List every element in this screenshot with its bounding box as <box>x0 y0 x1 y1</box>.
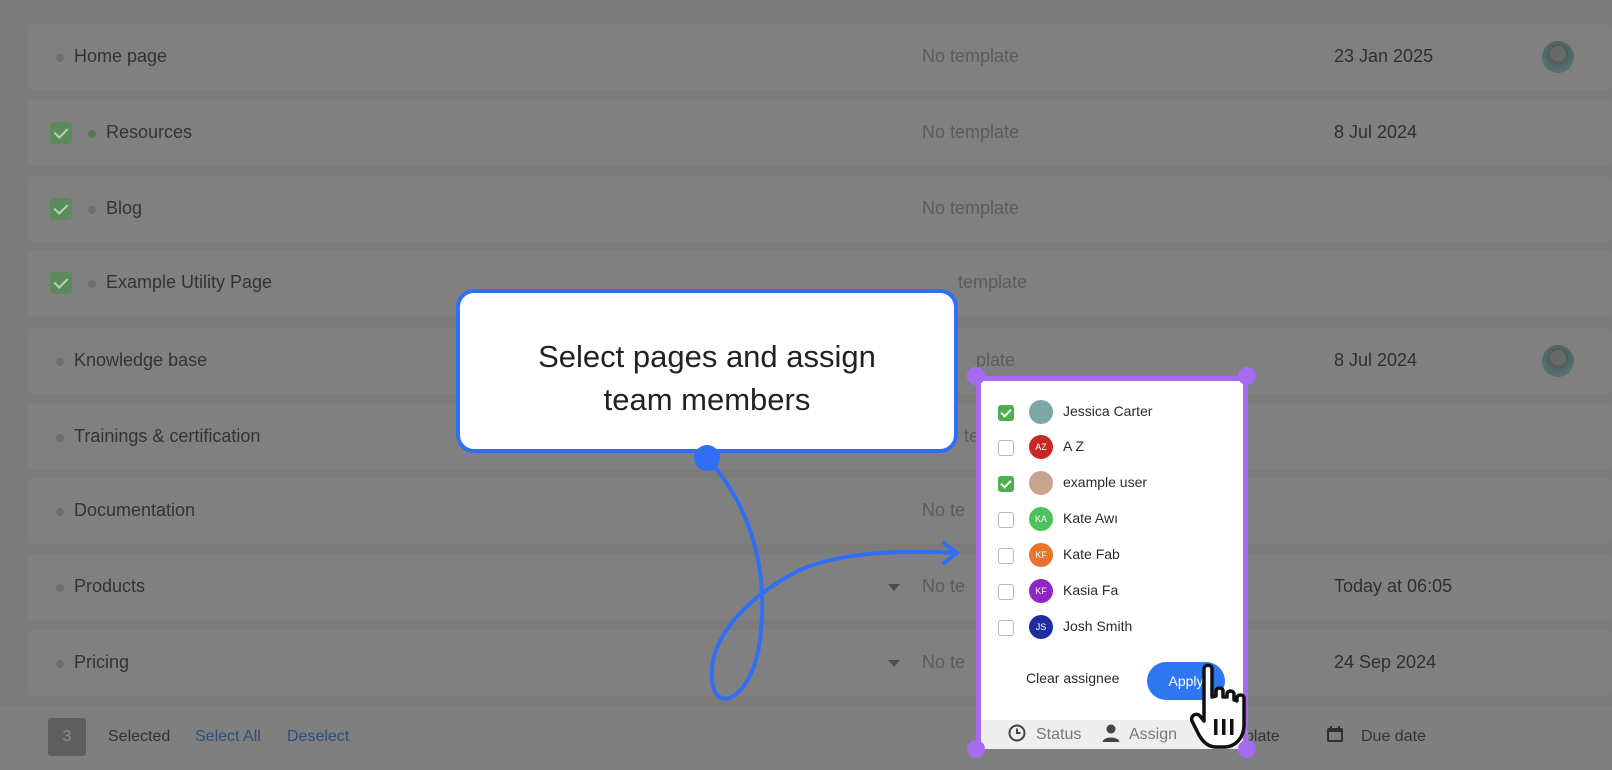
assignee-checkbox[interactable] <box>998 548 1014 564</box>
page-name: Resources <box>106 122 193 142</box>
template-label: No te <box>922 576 966 596</box>
page-name: Knowledge base <box>74 350 208 370</box>
callout-line-2: team members <box>603 382 811 417</box>
avatar <box>1029 471 1053 495</box>
callout-line-1: Select pages and assign <box>538 339 876 374</box>
assignee-option[interactable]: KF Kate Fab <box>993 541 1233 571</box>
due-date: 24 Sep 2024 <box>1334 652 1437 672</box>
status-dot <box>56 584 64 592</box>
status-dot <box>56 660 64 668</box>
table-row[interactable]: Products No te Today at 06:05 <box>28 554 1612 620</box>
assignee-option[interactable]: KF Kasia Fa <box>993 577 1233 607</box>
page-name: Trainings & certification <box>74 426 261 446</box>
assignee-option[interactable]: AZ A Z <box>993 433 1233 463</box>
person-icon <box>1102 724 1120 742</box>
avatar: JS <box>1029 615 1053 639</box>
row-checkbox[interactable] <box>50 272 72 294</box>
status-dot <box>56 508 64 516</box>
due-date: Today at 06:05 <box>1334 576 1453 596</box>
template-label: No template <box>922 46 1020 66</box>
row-checkbox[interactable] <box>50 198 72 220</box>
clock-icon <box>1008 724 1026 742</box>
assignee-avatar <box>1542 41 1574 73</box>
row-checkbox[interactable] <box>50 122 72 144</box>
callout-text: Select pages and assign team members <box>460 335 954 421</box>
due-date: 8 Jul 2024 <box>1334 350 1418 370</box>
avatar: AZ <box>1029 435 1053 459</box>
assignee-name: example user <box>1063 474 1148 490</box>
due-date-action[interactable]: Due date <box>1361 728 1426 746</box>
assignee-checkbox[interactable] <box>998 584 1014 600</box>
assignee-name: Kate Fab <box>1063 546 1120 562</box>
selection-handle <box>967 740 985 758</box>
status-dot <box>88 130 96 138</box>
page-name: Pricing <box>74 652 130 672</box>
pointer-hand-icon <box>1190 663 1246 749</box>
assignee-checkbox[interactable] <box>998 512 1014 528</box>
assignee-name: A Z <box>1063 438 1085 454</box>
status-dot <box>56 54 64 62</box>
selected-label: Selected <box>108 728 171 745</box>
assignee-name: Kasia Fa <box>1063 582 1119 598</box>
calendar-icon <box>1327 726 1343 742</box>
template-label: No te <box>922 652 966 672</box>
assign-action[interactable]: Assign <box>1129 726 1177 744</box>
due-date: 23 Jan 2025 <box>1334 46 1434 66</box>
chevron-down-icon[interactable] <box>888 660 900 667</box>
table-row[interactable]: Pricing No te 24 Sep 2024 <box>28 630 1612 696</box>
status-dot <box>88 280 96 288</box>
page-name: Products <box>74 576 146 596</box>
status-dot <box>88 206 96 214</box>
page-name: Documentation <box>74 500 196 520</box>
template-label: plate <box>976 350 1016 370</box>
assignee-checkbox[interactable] <box>998 476 1014 492</box>
select-all-link[interactable]: Select All <box>195 728 261 746</box>
status-action[interactable]: Status <box>1036 726 1081 744</box>
selection-handle <box>1238 367 1256 385</box>
assignee-option[interactable]: Jessica Carter <box>993 398 1233 428</box>
status-dot <box>56 434 64 442</box>
status-dot <box>56 358 64 366</box>
assignee-name: Kate Awı <box>1063 510 1119 526</box>
template-label: No template <box>922 122 1020 142</box>
tooltip-callout: Select pages and assign team members <box>456 289 958 453</box>
assignee-checkbox[interactable] <box>998 405 1014 421</box>
assignee-option[interactable]: JS Josh Smith <box>993 613 1233 643</box>
assignee-name: Josh Smith <box>1063 618 1133 634</box>
avatar: KF <box>1029 543 1053 567</box>
due-date: 8 Jul 2024 <box>1334 122 1418 142</box>
assignee-option[interactable]: KA Kate Awı <box>993 505 1233 535</box>
assignee-checkbox[interactable] <box>998 620 1014 636</box>
chevron-down-icon[interactable] <box>888 584 900 591</box>
deselect-link[interactable]: Deselect <box>287 728 349 746</box>
template-label: No te <box>922 500 966 520</box>
table-row[interactable]: Documentation No te <box>28 478 1612 544</box>
assignee-option[interactable]: example user <box>993 469 1233 499</box>
page-name: Example Utility Page <box>106 272 273 292</box>
selection-handle <box>967 367 985 385</box>
selected-count-badge: 3 <box>48 718 86 756</box>
template-label: No template <box>922 198 1020 218</box>
avatar: KF <box>1029 579 1053 603</box>
assignee-avatar <box>1542 345 1574 377</box>
table-row[interactable]: Blog No template <box>28 176 1612 242</box>
assignee-checkbox[interactable] <box>998 440 1014 456</box>
page-name: Home page <box>74 46 168 66</box>
avatar: KA <box>1029 507 1053 531</box>
avatar <box>1029 400 1053 424</box>
assignee-name: Jessica Carter <box>1063 403 1153 419</box>
page-name: Blog <box>106 198 143 218</box>
table-row[interactable]: Home page No template 23 Jan 2025 <box>28 24 1612 90</box>
clear-assignee-button[interactable]: Clear assignee <box>1026 670 1119 686</box>
template-label: template <box>958 272 1028 292</box>
table-row[interactable]: Resources No template 8 Jul 2024 <box>28 100 1612 166</box>
